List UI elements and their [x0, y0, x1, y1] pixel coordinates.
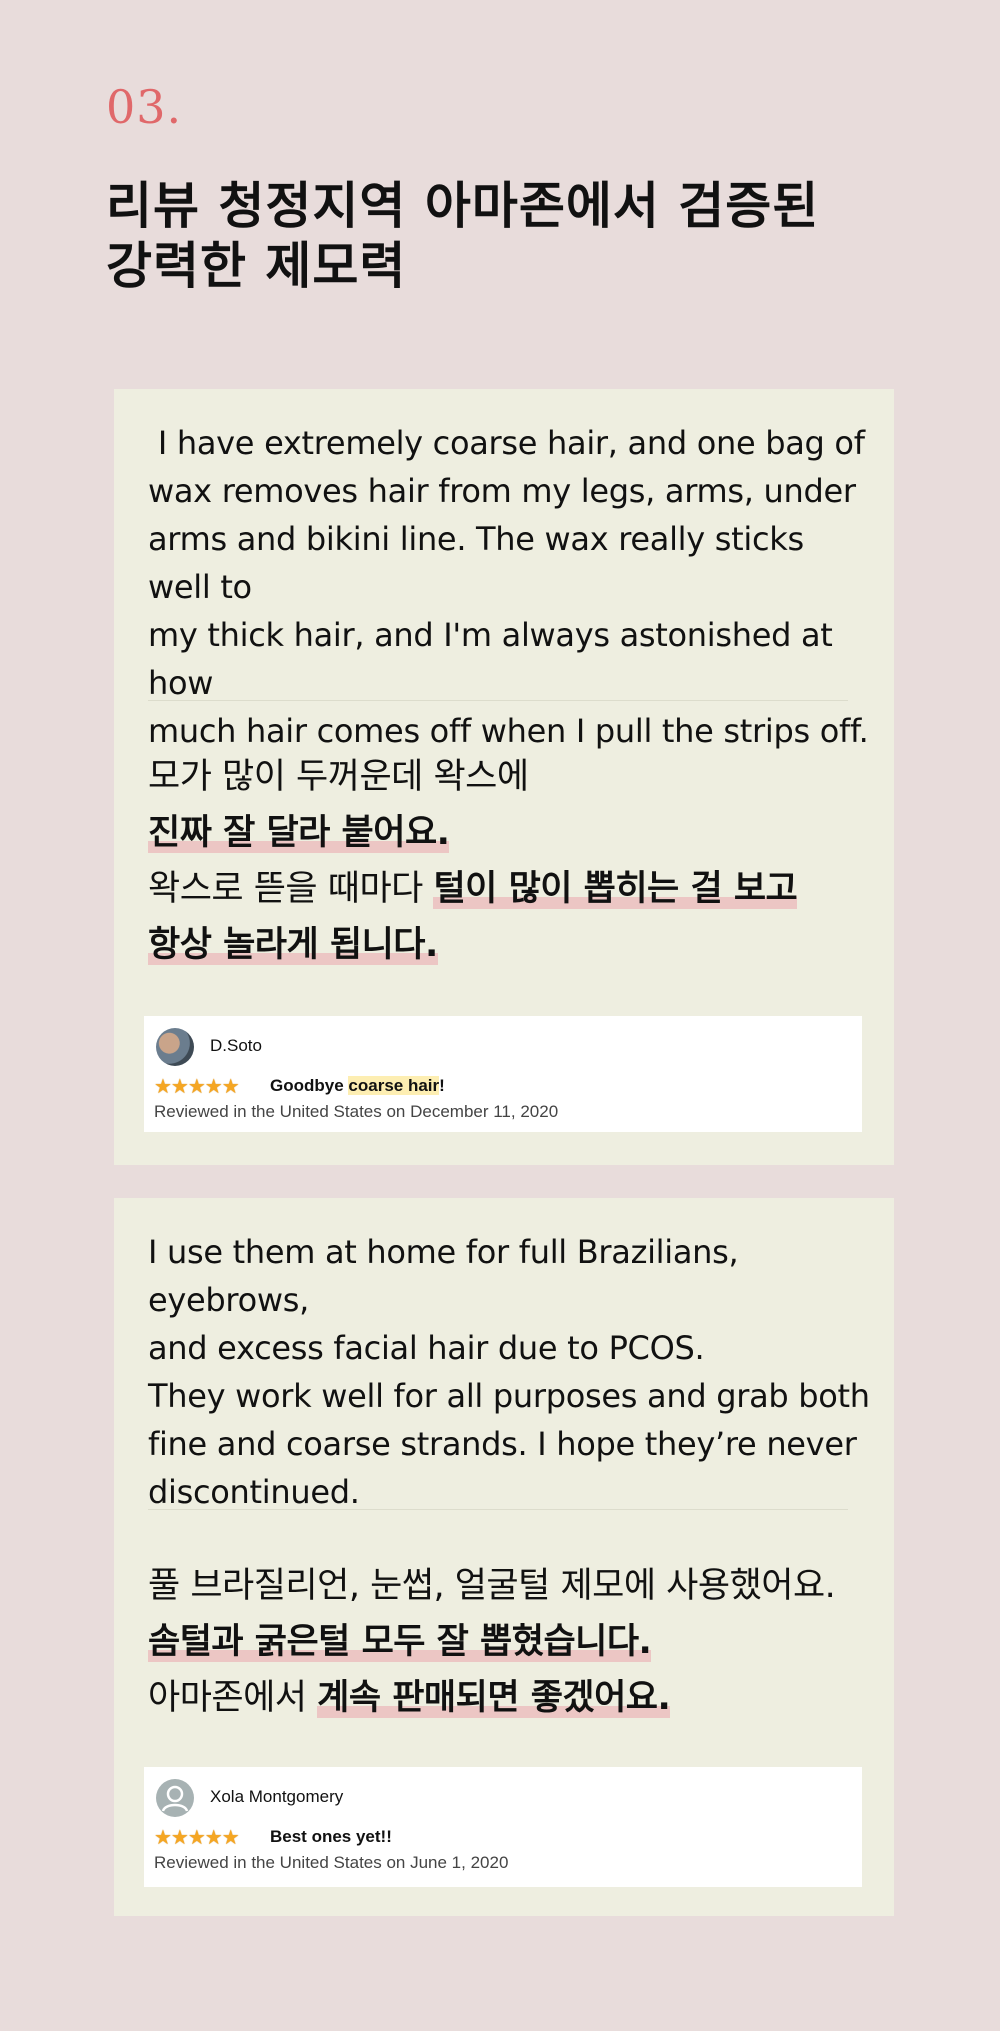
korean-line-3: 왁스로 뜯을 때마다 털이 많이 뽑히는 걸 보고 — [148, 861, 884, 917]
korean-line-1: 풀 브라질리언, 눈썹, 얼굴털 제모에 사용했어요. — [148, 1566, 836, 1606]
english-review-text: I have extremely coarse hair, and one ba… — [148, 419, 870, 755]
review-title-text: Goodbye — [270, 1076, 349, 1095]
korean-line-1: 모가 많이 두꺼운데 왁스에 — [148, 757, 529, 797]
star-rating-icon: ★★★★★ — [154, 1074, 240, 1098]
user-photo-avatar-icon — [156, 1028, 194, 1066]
divider — [148, 1509, 848, 1510]
amazon-review-snippet: Xola Montgomery ★★★★★ Best ones yet!! Re… — [144, 1767, 862, 1887]
highlight-text: 항상 놀라게 됩니다. — [148, 925, 438, 965]
english-review-line: I use them at home for full Brazilians, … — [148, 1233, 739, 1319]
highlight-text: 진짜 잘 달라 붙어요. — [148, 813, 450, 853]
reviewer-name[interactable]: D.Soto — [210, 1036, 262, 1056]
user-silhouette-icon — [161, 1785, 189, 1812]
section-title-line-1: 리뷰 청정지역 아마존에서 검증된 — [106, 176, 820, 235]
english-review-text: I use them at home for full Brazilians, … — [148, 1228, 870, 1516]
english-review-line: arms and bikini line. The wax really sti… — [148, 520, 804, 606]
english-review-line: wax removes hair from my legs, arms, und… — [148, 472, 856, 510]
generic-user-avatar-icon — [156, 1779, 194, 1817]
review-meta: Reviewed in the United States on Decembe… — [154, 1102, 559, 1121]
korean-plain-text: 왁스로 뜯을 때마다 — [148, 869, 434, 909]
review-title-text: ! — [439, 1076, 445, 1095]
english-review-line: fine and coarse strands. I hope they’re … — [148, 1425, 857, 1463]
review-card-1: I have extremely coarse hair, and one ba… — [114, 389, 894, 1165]
review-title-highlight: coarse hair — [348, 1076, 440, 1095]
english-review-line: my thick hair, and I'm always astonished… — [148, 616, 833, 702]
english-review-line: and excess facial hair due to PCOS. — [148, 1329, 705, 1367]
star-rating-icon: ★★★★★ — [154, 1825, 240, 1849]
review-meta: Reviewed in the United States on June 1,… — [154, 1853, 509, 1872]
review-title[interactable]: Goodbye coarse hair! — [270, 1076, 445, 1096]
highlight-text: 털이 많이 뽑히는 걸 보고 — [433, 869, 798, 909]
reviewer-name[interactable]: Xola Montgomery — [210, 1787, 343, 1807]
english-review-line: I have extremely coarse hair, and one ba… — [148, 424, 865, 462]
highlight-text: 계속 판매되면 좋겠어요. — [317, 1678, 671, 1718]
divider — [148, 700, 848, 701]
english-review-line: much hair comes off when I pull the stri… — [148, 712, 869, 750]
korean-review-text: 모가 많이 두꺼운데 왁스에 진짜 잘 달라 붙어요. 왁스로 뜯을 때마다 털… — [148, 749, 884, 973]
review-card-2: I use them at home for full Brazilians, … — [114, 1198, 894, 1916]
korean-line-2: 솜털과 굵은털 모두 잘 뽑혔습니다. — [148, 1614, 884, 1670]
section-title-line-2: 강력한 제모력 — [106, 236, 407, 295]
section-title: 리뷰 청정지역 아마존에서 검증된 강력한 제모력 — [106, 176, 819, 296]
amazon-review-snippet: D.Soto ★★★★★ Goodbye coarse hair! Review… — [144, 1016, 862, 1132]
review-title[interactable]: Best ones yet!! — [270, 1827, 392, 1847]
korean-line-4: 항상 놀라게 됩니다. — [148, 917, 884, 973]
korean-line-3: 아마존에서 계속 판매되면 좋겠어요. — [148, 1670, 884, 1726]
korean-review-text: 풀 브라질리언, 눈썹, 얼굴털 제모에 사용했어요. 솜털과 굵은털 모두 잘… — [148, 1558, 884, 1726]
korean-plain-text: 아마존에서 — [148, 1678, 318, 1718]
english-review-line: They work well for all purposes and grab… — [148, 1377, 870, 1415]
korean-line-2: 진짜 잘 달라 붙어요. — [148, 805, 884, 861]
highlight-text: 솜털과 굵은털 모두 잘 뽑혔습니다. — [148, 1622, 652, 1662]
section-number: 03. — [106, 80, 183, 134]
